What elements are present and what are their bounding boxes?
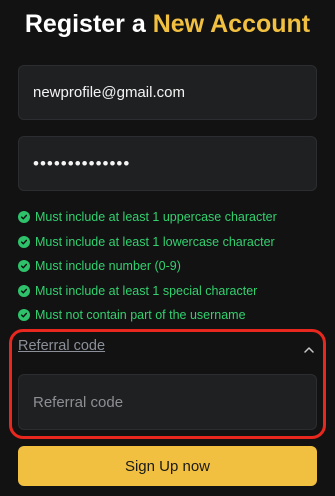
password-rules: Must include at least 1 uppercase charac…: [18, 205, 323, 328]
rule-item: Must include at least 1 uppercase charac…: [18, 205, 323, 230]
referral-code-toggle[interactable]: Referral code: [18, 338, 105, 354]
sign-up-button[interactable]: Sign Up now: [18, 446, 317, 486]
check-circle-icon: [18, 235, 30, 248]
check-circle-icon: [18, 284, 30, 297]
referral-placeholder: Referral code: [33, 393, 124, 411]
page-title: Register a New Account: [0, 8, 335, 40]
rule-item: Must not contain part of the username: [18, 303, 323, 328]
title-text: Register a: [24, 10, 146, 38]
check-circle-icon: [18, 260, 30, 273]
rule-item: Must include at least 1 lowercase charac…: [18, 230, 323, 255]
referral-code-input[interactable]: Referral code: [18, 374, 317, 430]
rule-text: Must not contain part of the username: [35, 308, 246, 323]
rule-text: Must include at least 1 lowercase charac…: [35, 234, 275, 249]
email-value: newprofile@gmail.com: [33, 84, 185, 101]
password-field[interactable]: ••••••••••••••: [18, 136, 317, 191]
password-value: ••••••••••••••: [33, 153, 131, 173]
rule-item: Must include at least 1 special characte…: [18, 279, 323, 304]
rule-text: Must include at least 1 special characte…: [35, 283, 258, 298]
email-field[interactable]: newprofile@gmail.com: [18, 65, 317, 120]
rule-item: Must include number (0-9): [18, 254, 323, 279]
rule-text: Must include at least 1 uppercase charac…: [35, 210, 277, 225]
title-accent-text: New Account: [152, 10, 311, 38]
check-circle-icon: [18, 211, 30, 224]
check-circle-icon: [18, 309, 30, 322]
rule-text: Must include number (0-9): [35, 259, 181, 274]
register-page: Register a New Account newprofile@gmail.…: [0, 0, 335, 496]
chevron-up-icon[interactable]: [303, 342, 315, 353]
